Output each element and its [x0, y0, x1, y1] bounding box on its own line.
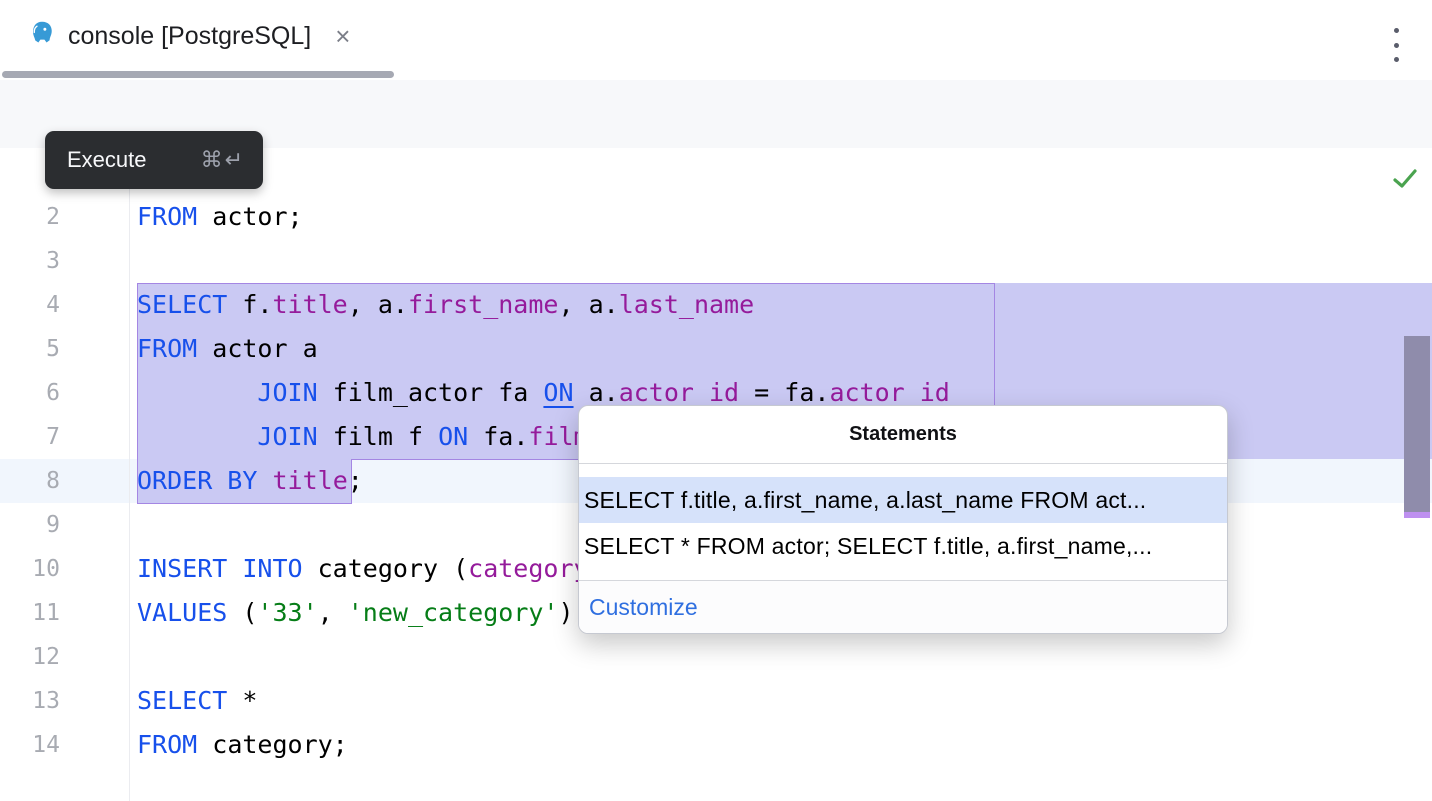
- code-token: ,: [318, 598, 348, 627]
- code-token: 'new_category': [348, 598, 559, 627]
- code-token: fa.: [784, 378, 829, 407]
- statement-item[interactable]: SELECT * FROM actor; SELECT f.title, a.f…: [579, 523, 1227, 569]
- shortcut-cmd-enter: ⌘↵: [201, 147, 245, 173]
- gutter-separator: [129, 148, 130, 801]
- code-token: actor a: [197, 334, 317, 363]
- code-line[interactable]: FROM actor;: [137, 195, 303, 239]
- scrollbar-thumb[interactable]: [1404, 336, 1430, 512]
- code-token: category;: [197, 730, 348, 759]
- statement-item[interactable]: SELECT f.title, a.first_name, a.last_nam…: [579, 477, 1227, 523]
- code-line[interactable]: FROM category;: [137, 723, 348, 767]
- code-token: category (: [303, 554, 469, 583]
- code-token: first_name: [408, 290, 559, 319]
- inspections-ok-checkmark-icon[interactable]: [1392, 166, 1418, 192]
- tooltip-label: Execute: [67, 147, 147, 173]
- code-line[interactable]: ORDER BY title;: [137, 459, 363, 503]
- scrollbar-selection-mark: [1404, 512, 1430, 518]
- close-icon[interactable]: ×: [335, 23, 350, 49]
- code-token: SELECT: [137, 686, 227, 715]
- code-token: last_name: [619, 290, 754, 319]
- code-token: a.: [589, 378, 619, 407]
- line-number: 13: [0, 679, 60, 723]
- code-token: title: [272, 290, 347, 319]
- line-number: 5: [0, 327, 60, 371]
- code-token: ON: [543, 378, 573, 407]
- code-token: *: [227, 686, 257, 715]
- popup-title: Statements: [579, 406, 1227, 464]
- code-line[interactable]: VALUES ('33', 'new_category');: [137, 591, 589, 635]
- customize-link[interactable]: Customize: [589, 594, 698, 621]
- popup-item-list: SELECT f.title, a.first_name, a.last_nam…: [579, 464, 1227, 569]
- tab-title: console [PostgreSQL]: [68, 22, 311, 51]
- line-number: 3: [0, 239, 60, 283]
- kebab-menu-icon[interactable]: [1386, 26, 1406, 64]
- line-number: 7: [0, 415, 60, 459]
- code-token: INSERT INTO: [137, 554, 303, 583]
- line-number: 14: [0, 723, 60, 767]
- code-token: FROM: [137, 202, 197, 231]
- line-number: 11: [0, 591, 60, 635]
- code-token: f.: [227, 290, 272, 319]
- code-token: ;: [348, 466, 363, 495]
- code-token: ON: [438, 422, 468, 451]
- line-number: 2: [0, 195, 60, 239]
- code-token: ORDER BY: [137, 466, 257, 495]
- code-token: =: [739, 378, 784, 407]
- line-number: 12: [0, 635, 60, 679]
- line-number: 4: [0, 283, 60, 327]
- code-token: title: [272, 466, 347, 495]
- code-token: FROM: [137, 334, 197, 363]
- code-token: , a.: [558, 290, 618, 319]
- execute-tooltip: Execute ⌘↵: [45, 131, 263, 189]
- popup-footer: Customize: [579, 580, 1227, 633]
- tab-selected-underline: [2, 71, 394, 78]
- code-token: JOIN: [257, 378, 317, 407]
- statement-border: [137, 503, 352, 504]
- code-line[interactable]: FROM actor a: [137, 327, 318, 371]
- line-number: 8: [0, 459, 60, 503]
- code-token: '33': [257, 598, 317, 627]
- code-token: (: [227, 598, 257, 627]
- code-line[interactable]: SELECT f.title, a.first_name, a.last_nam…: [137, 283, 754, 327]
- code-token: [257, 466, 272, 495]
- line-number: 9: [0, 503, 60, 547]
- code-line[interactable]: SELECT *: [137, 679, 257, 723]
- tab-console-postgresql[interactable]: console [PostgreSQL] ×: [0, 0, 350, 72]
- code-token: [574, 378, 589, 407]
- line-number: 10: [0, 547, 60, 591]
- tab-bar: console [PostgreSQL] ×: [0, 0, 1432, 80]
- code-token: JOIN: [257, 422, 317, 451]
- statements-popup: Statements SELECT f.title, a.first_name,…: [578, 405, 1228, 634]
- code-token: [137, 422, 257, 451]
- code-token: VALUES: [137, 598, 227, 627]
- postgresql-elephant-icon: [28, 20, 55, 52]
- code-token: actor_id: [619, 378, 739, 407]
- line-number: 6: [0, 371, 60, 415]
- code-token: film_actor fa: [318, 378, 544, 407]
- code-token: film f: [318, 422, 438, 451]
- code-token: fa.: [468, 422, 528, 451]
- code-token: actor;: [197, 202, 302, 231]
- code-token: [137, 378, 257, 407]
- code-token: , a.: [348, 290, 408, 319]
- code-token: FROM: [137, 730, 197, 759]
- code-token: actor_id: [829, 378, 949, 407]
- code-token: SELECT: [137, 290, 227, 319]
